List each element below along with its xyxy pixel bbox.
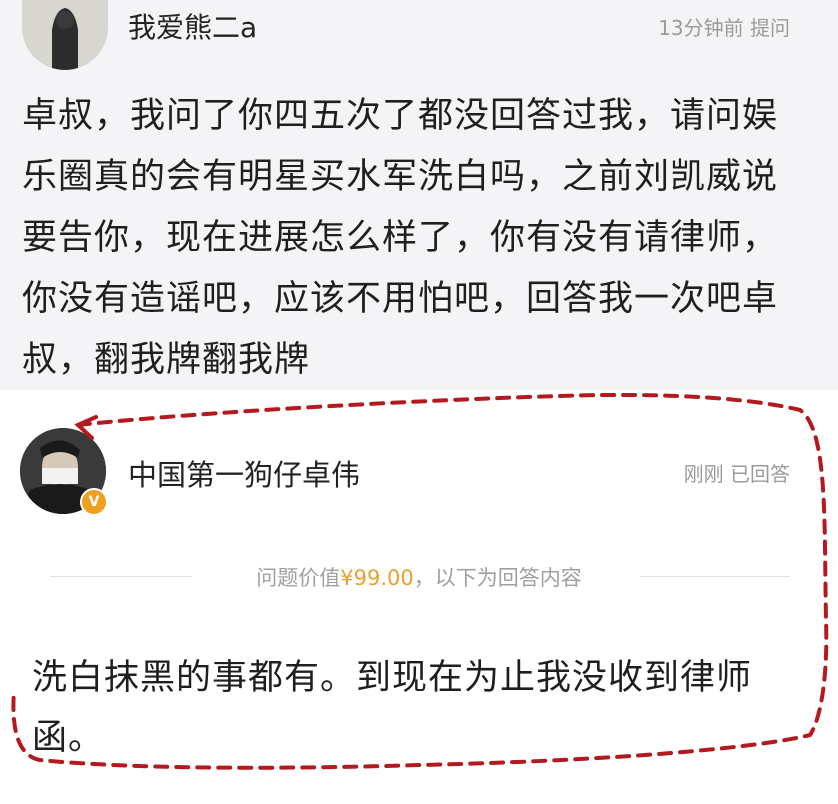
dashed-highlight-border bbox=[11, 392, 829, 770]
